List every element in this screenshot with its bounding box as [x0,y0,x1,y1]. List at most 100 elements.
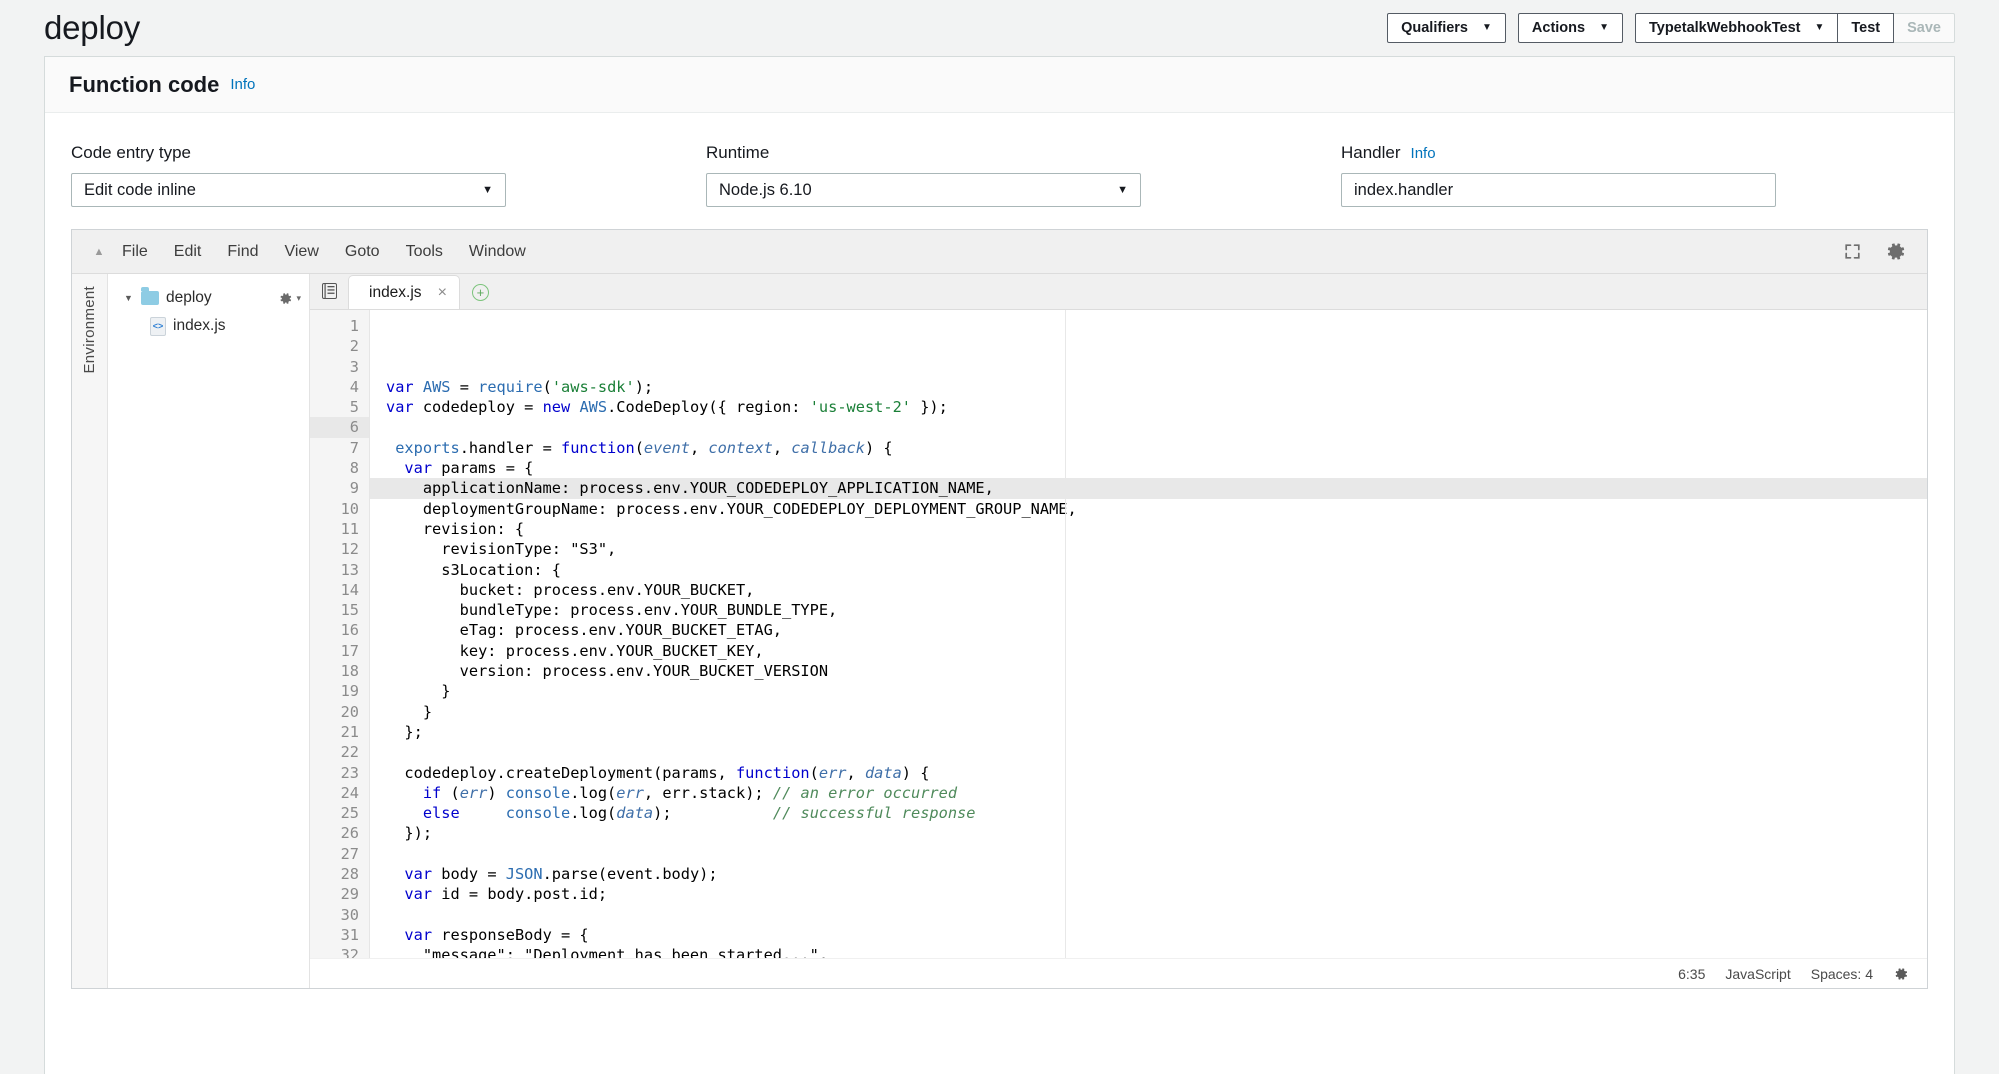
code-line: }); [386,824,433,843]
editor-tab-label: index.js [369,283,422,301]
panel-header: Function code Info [45,57,1954,113]
runtime-select[interactable]: Node.js 6.10 ▼ [706,173,1141,207]
chevron-down-icon: ▼ [1117,184,1128,196]
code-line: deploymentGroupName: process.env.YOUR_CO… [386,499,1077,518]
menu-item-tools[interactable]: Tools [406,243,443,261]
line-number: 17 [340,641,359,660]
environment-tab-label[interactable]: Environment [81,286,98,374]
chevron-down-icon[interactable]: ▼ [124,293,134,303]
handler-value: index.handler [1354,180,1454,199]
code-line: var responseBody = { [404,925,589,944]
collapse-icon[interactable]: ▲ [86,246,112,258]
chevron-down-icon: ▼ [1599,22,1609,33]
line-number: 5 [349,398,359,417]
code-view: 1 2 3 4 5 6 7 8 9 10 11 12 13 14 15 16 17 18 19 20 21 22 23 24 2… [310,310,1927,958]
editor-tab-index-js[interactable]: index.js × [348,275,460,309]
menu-item-view[interactable]: View [284,243,318,261]
chevron-down-icon: ▼ [1482,22,1492,33]
javascript-file-icon: <> [150,316,166,336]
tab-list-icon[interactable] [310,273,348,309]
actions-button[interactable]: Actions ▼ [1517,13,1623,43]
page-title: deploy [44,9,141,46]
code-line: applicationName: process.env.YOUR_CODEDE… [370,478,1927,499]
handler-label: Handler [1341,143,1401,162]
test-event-label: TypetalkWebhookTest [1648,20,1801,36]
gear-icon[interactable] [1884,240,1907,263]
code-line: var body = JSON.parse(event.body); [404,865,718,884]
line-number: 23 [340,763,359,782]
code-line: revisionType: "S3", [386,540,617,559]
test-button-label: Test [1851,20,1881,36]
line-number: 21 [340,722,359,741]
code-line: revision: { [386,519,525,538]
line-number: 24 [340,783,359,802]
test-event-select[interactable]: TypetalkWebhookTest ▼ [1634,13,1839,43]
test-button[interactable]: Test [1838,13,1895,43]
handler-info-link[interactable]: Info [1411,145,1436,162]
folder-icon [141,287,159,305]
code-entry-type-select[interactable]: Edit code inline ▼ [71,173,506,207]
line-number: 32 [340,946,359,958]
close-icon[interactable]: × [438,284,447,302]
line-number: 29 [340,885,359,904]
save-button[interactable]: Save [1894,13,1955,43]
line-number: 18 [340,662,359,681]
menu-item-find[interactable]: Find [227,243,258,261]
menu-item-edit[interactable]: Edit [174,243,202,261]
handler-input[interactable]: index.handler [1341,173,1776,207]
print-margin [1065,310,1066,958]
indent-setting[interactable]: Spaces: 4 [1811,966,1873,982]
new-tab-icon[interactable]: + [471,284,489,301]
chevron-down-icon: ▼ [1814,22,1825,33]
language-mode[interactable]: JavaScript [1725,966,1790,982]
panel-info-link[interactable]: Info [230,76,255,93]
code-line: bucket: process.env.YOUR_BUCKET, [386,580,755,599]
tree-settings-button[interactable]: ▾ [278,291,301,306]
line-number: 10 [340,499,359,518]
code-lines[interactable]: var AWS = require('aws-sdk'); var codedep… [370,310,1927,958]
qualifiers-label: Qualifiers [1401,20,1468,36]
code-line: } [386,702,433,721]
line-number: 15 [340,601,359,620]
editor-tool-icons [1843,240,1913,263]
line-number: 30 [340,905,359,924]
header-actions: Qualifiers ▼ Actions ▼ TypetalkWebhookTe… [1387,13,1955,43]
tree-folder-deploy[interactable]: ▼ deploy ▾ [108,284,309,312]
panel-title: Function code [69,71,220,97]
line-number: 22 [340,743,359,762]
line-number: 4 [349,377,359,396]
line-number: 12 [340,540,359,559]
code-line: s3Location: { [386,560,561,579]
menu-item-file[interactable]: File [122,243,148,261]
editor-pane: index.js × + 1 2 3 4 5 6 7 8 9 10 11 12 13 14 15 16 17 18… [310,274,1927,988]
menu-item-window[interactable]: Window [469,243,526,261]
line-number-gutter: 1 2 3 4 5 6 7 8 9 10 11 12 13 14 15 16 17 18 19 20 21 22 23 24 2… [310,310,370,958]
editor-menubar: ▲ File Edit Find View Goto Tools Window [72,230,1927,274]
gear-icon[interactable] [1893,966,1909,982]
editor-status-bar: 6:35 JavaScript Spaces: 4 [310,958,1927,988]
code-line: }; [386,722,423,741]
editor-main: Environment ▼ deploy ▾ <> index.js index… [72,274,1927,988]
code-line: key: process.env.YOUR_BUCKET_KEY, [386,641,764,660]
line-number: 3 [349,357,359,376]
page-header: deploy Qualifiers ▼ Actions ▼ TypetalkWe… [0,0,1999,56]
code-line: else console.log(data); // successful re… [422,804,976,823]
tree-file-index-js[interactable]: <> index.js [108,312,309,340]
qualifiers-button[interactable]: Qualifiers ▼ [1387,13,1506,43]
menu-item-goto[interactable]: Goto [345,243,380,261]
gear-icon [281,292,292,304]
fullscreen-icon[interactable] [1843,242,1862,261]
line-number: 26 [340,824,359,843]
save-button-label: Save [1907,20,1941,36]
line-number: 27 [340,844,359,863]
code-line: var params = { [404,459,534,478]
line-number: 28 [340,865,359,884]
line-number: 6 [310,417,369,438]
code-editor-area[interactable]: 1 2 3 4 5 6 7 8 9 10 11 12 13 14 15 16 17 18 19 20 21 22 23 24 2… [310,310,1927,958]
code-line: exports.handler = function(event, contex… [395,438,893,457]
line-number: 31 [340,925,359,944]
line-number: 11 [340,519,359,538]
